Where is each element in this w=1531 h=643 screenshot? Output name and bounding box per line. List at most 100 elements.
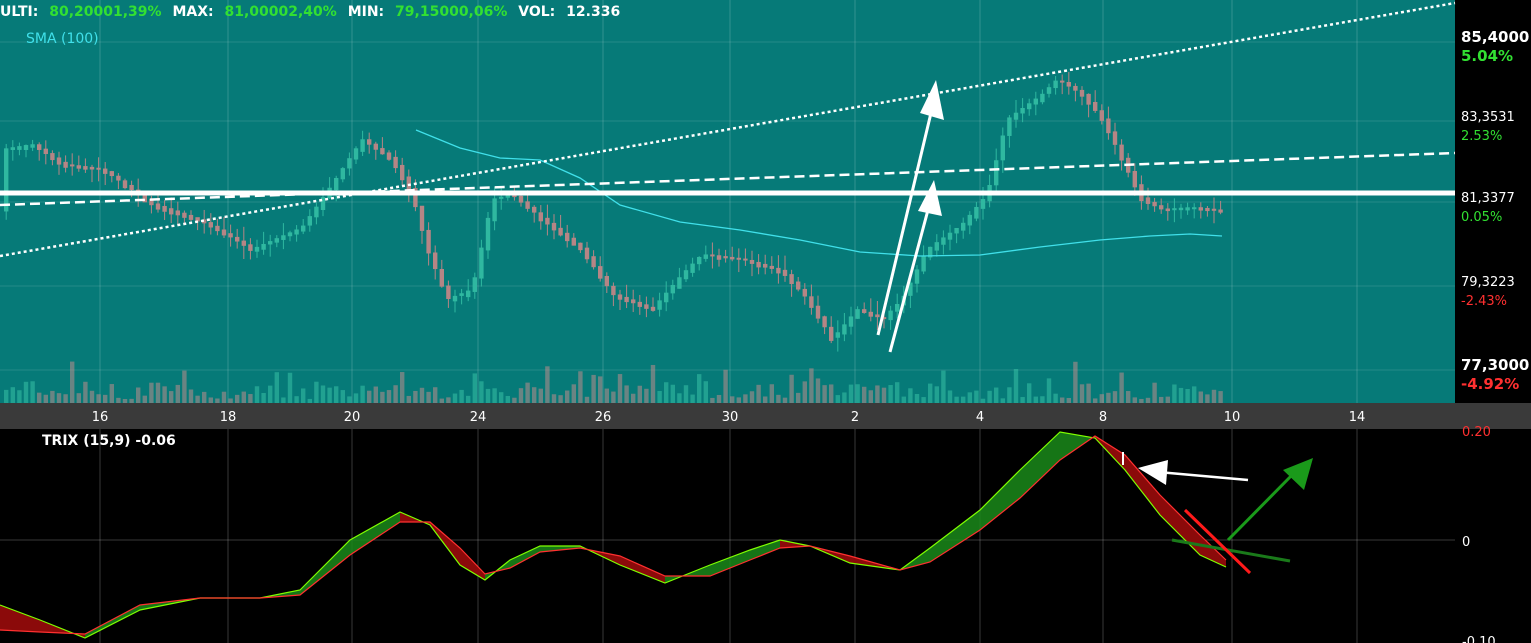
- candle-body: [1185, 207, 1190, 211]
- volume-bar: [215, 398, 220, 403]
- volume-bar: [155, 382, 161, 403]
- volume-bar: [578, 371, 583, 403]
- volume-bar: [888, 385, 893, 403]
- volume-bar: [327, 387, 332, 403]
- volume-bar: [1145, 397, 1151, 403]
- candle-body: [848, 316, 854, 327]
- volume-bar: [116, 397, 121, 403]
- candle-body: [479, 247, 484, 279]
- volume-bar: [56, 393, 62, 403]
- volume-bar: [1205, 394, 1210, 403]
- volume-bar: [380, 391, 385, 403]
- volume-bar: [162, 386, 167, 403]
- candle-body: [855, 309, 860, 319]
- volume-bar: [169, 391, 174, 403]
- volume-bar: [802, 381, 807, 403]
- candle-body: [611, 285, 616, 296]
- volume-bar: [703, 381, 708, 403]
- pct-label: -4.92%: [1461, 375, 1519, 393]
- candle-body: [598, 266, 603, 279]
- candle-body: [10, 147, 15, 150]
- date-label: 16: [92, 410, 109, 425]
- date-label: 30: [722, 410, 739, 425]
- volume-bar: [195, 395, 200, 403]
- candle-body: [1119, 144, 1124, 161]
- date-label: 24: [470, 410, 487, 425]
- volume-bar: [320, 385, 326, 403]
- volume-bar: [941, 370, 946, 403]
- candle-body: [1159, 205, 1164, 210]
- volume-bar: [604, 388, 609, 403]
- candle-body: [334, 178, 339, 191]
- volume-bar: [736, 397, 741, 403]
- candle-body: [314, 206, 319, 218]
- volume-bar: [70, 361, 75, 403]
- candle-body: [459, 293, 464, 296]
- candle-body: [155, 203, 161, 210]
- candle-body: [1165, 208, 1170, 212]
- volume-bar: [980, 398, 986, 403]
- volume-bar: [202, 391, 207, 403]
- candle-body: [116, 175, 121, 181]
- candle-body: [261, 243, 266, 250]
- volume-bar: [37, 392, 42, 403]
- candle-body: [1079, 89, 1085, 97]
- candle-body: [1218, 209, 1223, 213]
- volume-bar: [136, 387, 141, 403]
- volume-bar: [789, 374, 794, 403]
- volume-bar: [1165, 396, 1170, 403]
- candle-body: [862, 309, 867, 313]
- volume-bar: [730, 396, 735, 403]
- trix-legend[interactable]: TRIX (15,9) -0.06: [42, 433, 176, 449]
- candle-body: [1033, 98, 1038, 105]
- candle-body: [776, 267, 781, 274]
- volume-bar: [373, 386, 378, 403]
- volume-bar: [921, 397, 926, 403]
- candle-body: [565, 232, 570, 242]
- volume-bar: [1099, 394, 1104, 403]
- volume-bar: [274, 372, 279, 403]
- sma-legend[interactable]: SMA (100): [26, 31, 99, 47]
- candle-body: [551, 222, 557, 231]
- volume-bar: [1192, 386, 1197, 403]
- volume-bar: [690, 394, 695, 403]
- candle-body: [961, 222, 966, 231]
- candle-body: [1040, 93, 1045, 103]
- candle-body: [76, 165, 81, 169]
- volume-bar: [598, 376, 603, 403]
- candle-body: [406, 176, 411, 190]
- indicator-panel-bg: [0, 429, 1531, 643]
- volume-bar: [294, 396, 299, 403]
- candle-body: [208, 222, 213, 228]
- pct-label: 0.05%: [1461, 210, 1502, 225]
- candle-body: [796, 281, 801, 290]
- chart-canvas[interactable]: 85,40005.04% 83,3531 2.53% 81,3377 0.05% 79,3…: [0, 0, 1531, 643]
- volume-bar: [30, 381, 35, 403]
- volume-bar: [532, 387, 537, 403]
- candle-body: [664, 292, 669, 303]
- volume-bar: [268, 385, 273, 403]
- volume-bar: [518, 388, 524, 403]
- candle-body: [703, 254, 708, 259]
- volume-bar: [1132, 397, 1137, 403]
- candle-body: [393, 156, 398, 169]
- candle-body: [1145, 197, 1151, 204]
- volume-bar: [631, 393, 636, 403]
- volume-bar: [109, 384, 114, 403]
- max-label: MAX:: [172, 4, 213, 20]
- candle-body: [802, 288, 807, 297]
- volume-bar: [525, 382, 530, 403]
- volume-bar: [571, 384, 576, 403]
- candle-body: [617, 294, 623, 300]
- candle-body: [822, 316, 827, 328]
- volume-bar: [697, 374, 702, 403]
- volume-bar: [1013, 369, 1019, 403]
- candle-body: [677, 277, 682, 289]
- candle-body: [1172, 208, 1177, 211]
- volume-bar: [716, 394, 722, 403]
- volume-bar: [815, 378, 821, 403]
- candle-body: [1198, 207, 1203, 211]
- candle-body: [683, 270, 689, 280]
- volume-bar: [103, 394, 108, 403]
- volume-bar: [914, 393, 920, 403]
